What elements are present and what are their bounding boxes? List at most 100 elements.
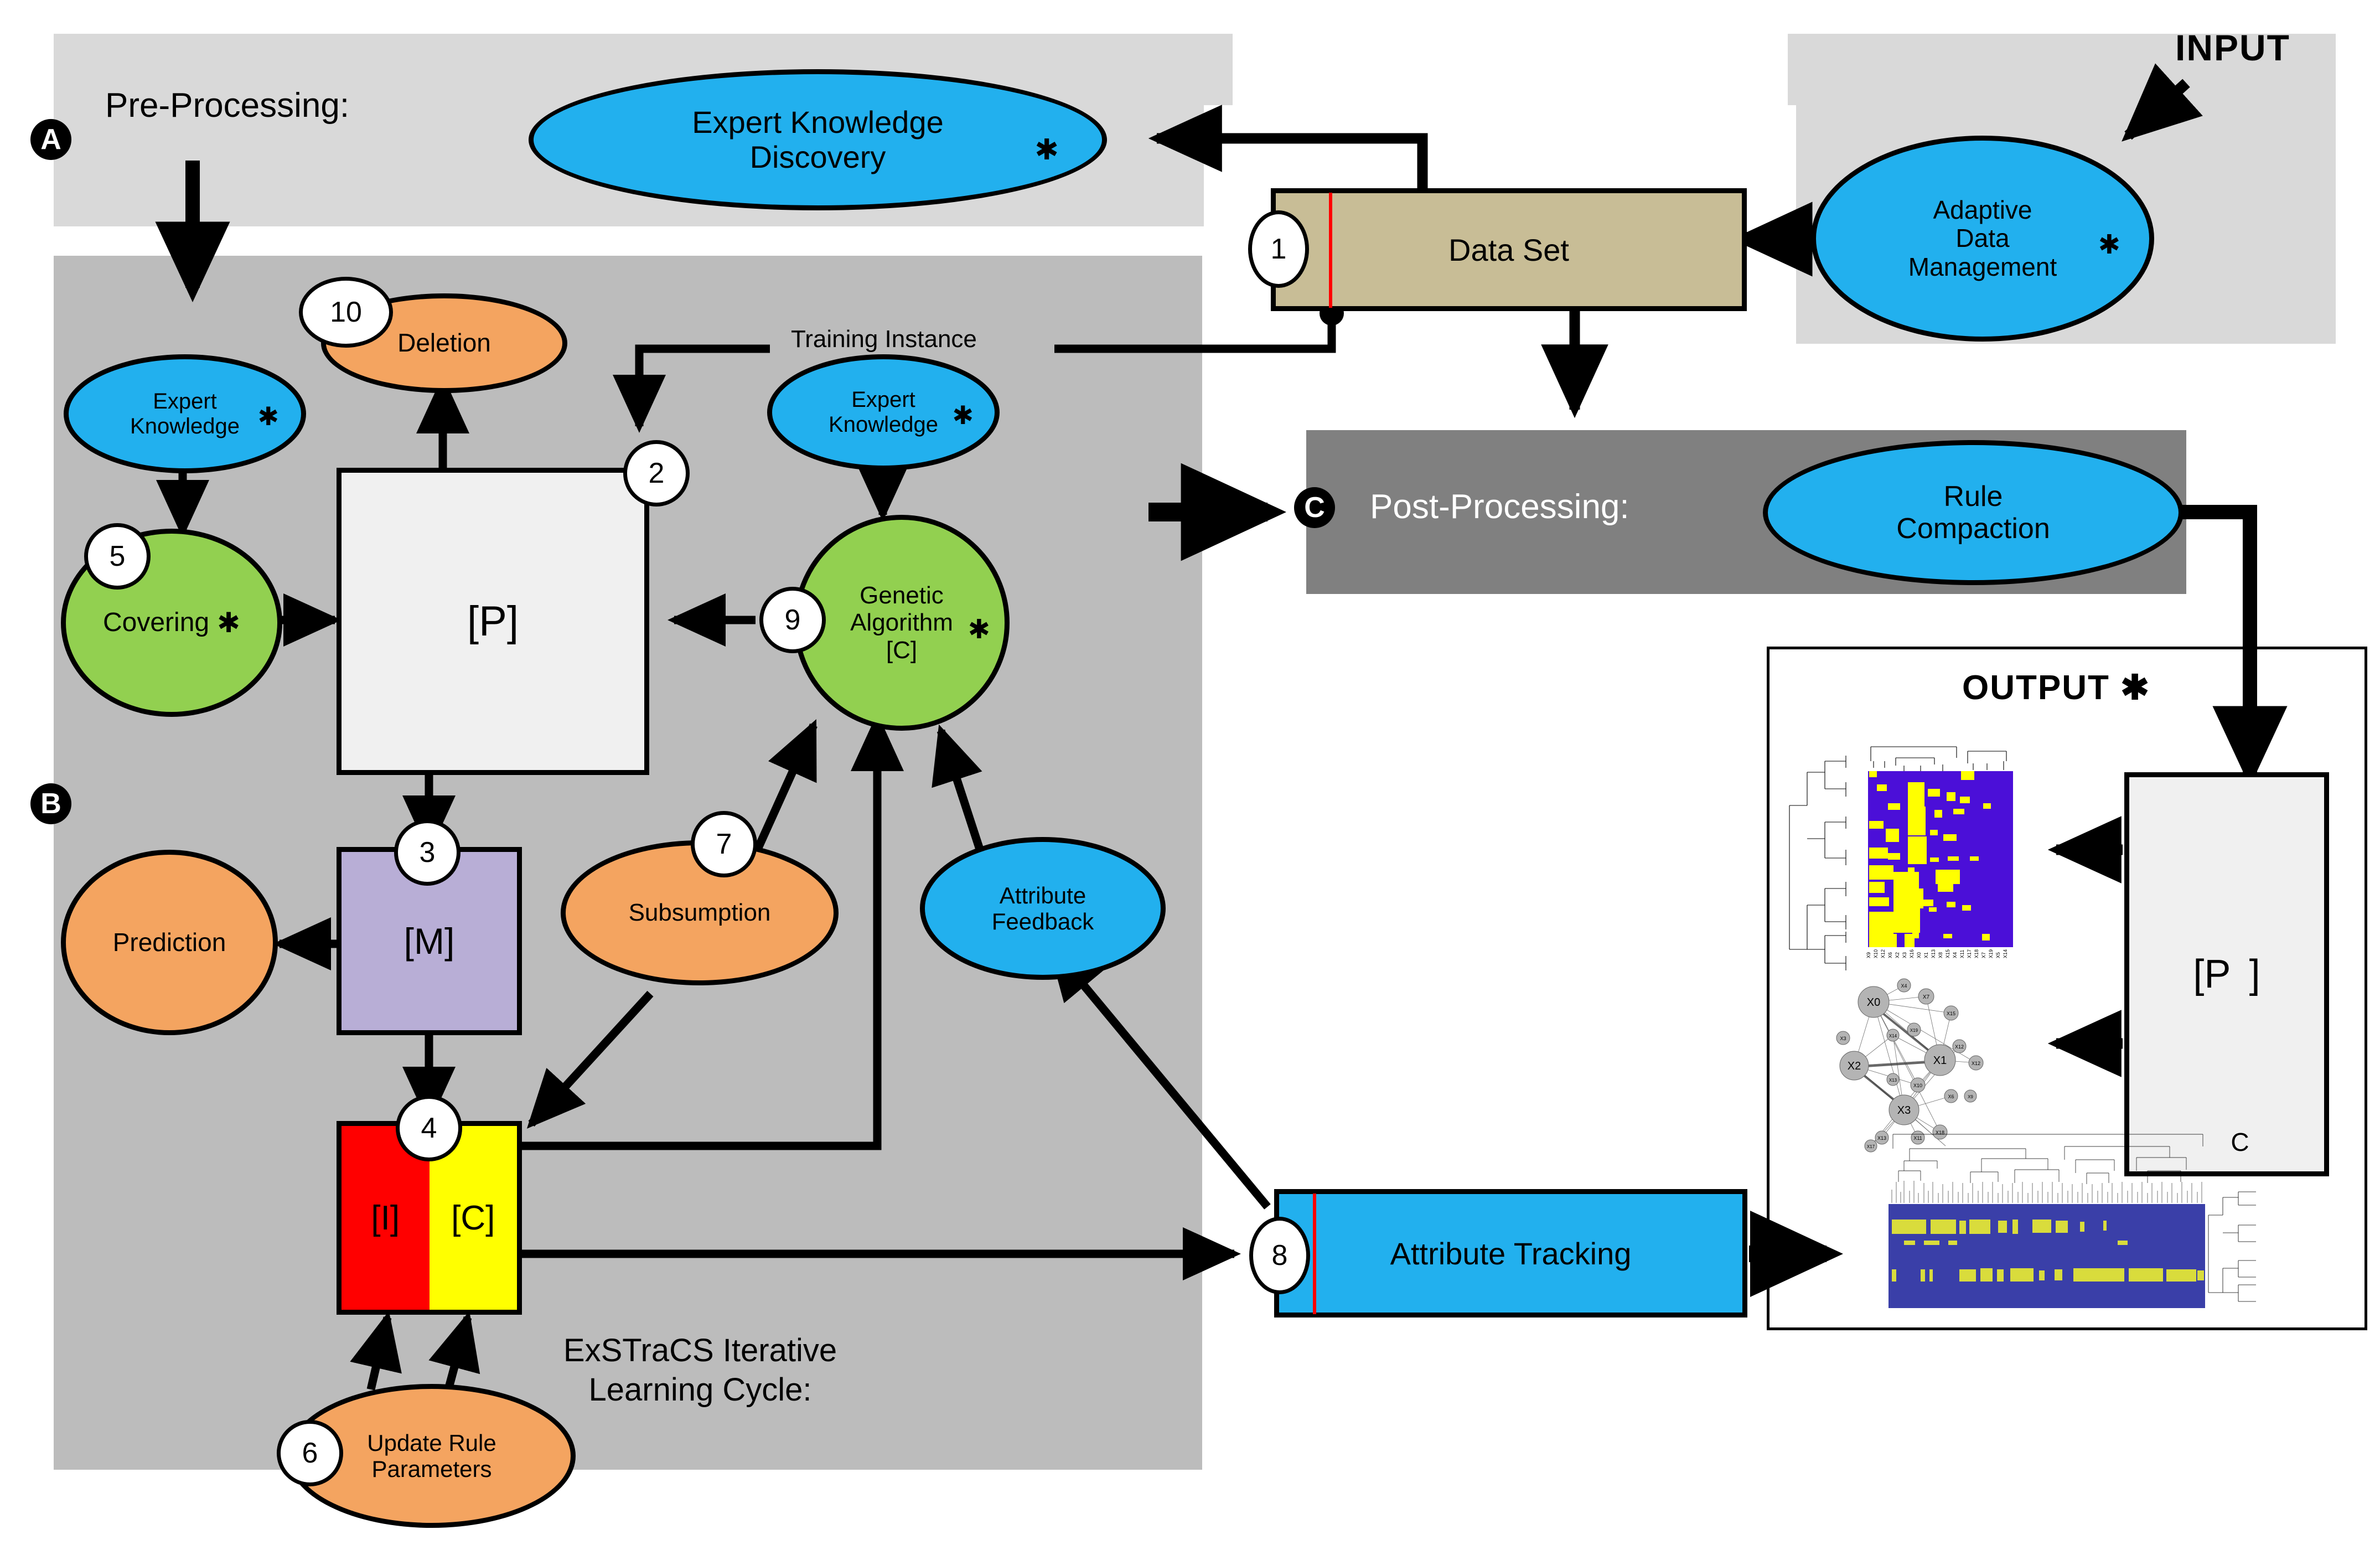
- exstracs-diagram: A B C Pre-Processing: Post-Processing: I…: [0, 0, 2380, 1550]
- step-3-number: 3: [419, 836, 436, 869]
- output-text: OUTPUT: [1962, 669, 2110, 707]
- svg-text:X10: X10: [1873, 949, 1879, 958]
- svg-text:X12: X12: [1972, 1061, 1980, 1066]
- ga-line1: Genetic: [860, 582, 944, 609]
- svg-text:X9: X9: [1866, 952, 1871, 958]
- svg-text:X19: X19: [1910, 1028, 1918, 1033]
- output-tracking-heatmap: [1889, 1134, 2256, 1308]
- data-set-label: Data Set: [1448, 232, 1569, 267]
- step-7-badge: 7: [691, 811, 757, 877]
- svg-text:X12: X12: [1955, 1044, 1964, 1050]
- step-1-number: 1: [1270, 233, 1287, 265]
- attribute-tracking-label: Attribute Tracking: [1390, 1236, 1632, 1271]
- svg-text:X8: X8: [1938, 952, 1943, 958]
- step-8-badge: 8: [1249, 1217, 1310, 1294]
- svg-text:X14: X14: [2003, 949, 2008, 958]
- badge-c: C: [1294, 487, 1335, 528]
- urp-line2: Parameters: [371, 1456, 492, 1482]
- badge-b: B: [30, 783, 71, 824]
- incorrect-set-label: [I]: [371, 1198, 400, 1237]
- step-1-badge: 1: [1248, 210, 1309, 288]
- svg-text:X5: X5: [1995, 952, 2001, 958]
- step-2-number: 2: [648, 457, 665, 489]
- svg-text:X13: X13: [1931, 949, 1936, 958]
- node-genetic-algorithm[interactable]: Genetic Algorithm [C] ✱: [794, 515, 1010, 731]
- svg-text:X6: X6: [1887, 952, 1893, 958]
- node-population[interactable]: [P]: [337, 468, 649, 775]
- node-adaptive-data-management[interactable]: Adaptive Data Management ✱: [1811, 136, 2154, 342]
- ekr-line1: Expert: [851, 388, 915, 412]
- svg-text:X7: X7: [1981, 952, 1986, 958]
- svg-text:X4: X4: [1952, 952, 1958, 958]
- node-rule-compaction[interactable]: Rule Compaction: [1763, 440, 2184, 585]
- data-set-red-marker: [1329, 193, 1332, 308]
- population-label: [P]: [467, 598, 519, 645]
- match-set-label: [M]: [403, 921, 455, 962]
- covering-star-icon: ✱: [217, 607, 240, 638]
- svg-text:X12: X12: [1880, 949, 1886, 958]
- step-9-badge: 9: [759, 587, 826, 653]
- correct-set-label: [C]: [451, 1198, 495, 1237]
- node-prediction[interactable]: Prediction: [61, 850, 278, 1035]
- ga-line2: Algorithm: [850, 609, 953, 637]
- svg-text:X11: X11: [1959, 950, 1965, 958]
- svg-text:X19: X19: [1988, 949, 1994, 958]
- svg-text:X3: X3: [1840, 1036, 1846, 1041]
- svg-text:X4: X4: [1901, 983, 1907, 989]
- node-attribute-tracking[interactable]: Attribute Tracking: [1274, 1189, 1747, 1318]
- svg-text:X7: X7: [1923, 994, 1930, 1000]
- svg-text:X15: X15: [1945, 949, 1950, 958]
- step-9-number: 9: [784, 604, 801, 636]
- step-10-number: 10: [330, 296, 362, 328]
- ekl-line1: Expert: [153, 389, 217, 414]
- node-expert-knowledge-right[interactable]: Expert Knowledge ✱: [767, 354, 1000, 471]
- subsumption-label: Subsumption: [628, 899, 771, 927]
- svg-text:X13: X13: [1889, 1078, 1897, 1083]
- svg-text:X1: X1: [1933, 1055, 1947, 1067]
- af-line1: Attribute: [999, 882, 1086, 908]
- ekd-line1: Expert Knowledge: [692, 104, 944, 140]
- node-expert-knowledge-discovery[interactable]: Expert Knowledge Discovery ✱: [529, 69, 1107, 210]
- svg-text:X3: X3: [1897, 1104, 1911, 1117]
- pc-label-open: [P: [2193, 952, 2231, 996]
- preprocessing-label: Pre-Processing:: [105, 86, 350, 125]
- rc-line1: Rule: [1943, 480, 2003, 513]
- step-5-number: 5: [109, 540, 126, 572]
- learning-cycle-label: ExSTraCS Iterative Learning Cycle:: [563, 1332, 837, 1408]
- svg-text:X14: X14: [1889, 1034, 1897, 1038]
- ekd-star-icon: ✱: [1034, 134, 1059, 166]
- adm-star-icon: ✱: [2098, 230, 2120, 260]
- svg-text:X16: X16: [1909, 949, 1915, 958]
- adm-line1: Adaptive: [1933, 195, 2032, 224]
- af-line2: Feedback: [991, 908, 1094, 934]
- svg-text:X18: X18: [1974, 949, 1979, 958]
- attribute-tracking-red-marker: [1313, 1194, 1316, 1314]
- svg-text:X9: X9: [1968, 1094, 1973, 1099]
- step-4-number: 4: [421, 1112, 437, 1144]
- svg-text:X6: X6: [1948, 1094, 1954, 1099]
- postprocessing-label: Post-Processing:: [1370, 488, 1629, 526]
- pc-label-close: ]: [2249, 952, 2260, 996]
- rc-line2: Compaction: [1896, 513, 2050, 545]
- node-expert-knowledge-left[interactable]: Expert Knowledge ✱: [64, 354, 306, 473]
- step-4-badge: 4: [396, 1095, 462, 1161]
- svg-text:X15: X15: [1947, 1011, 1955, 1016]
- step-7-number: 7: [716, 828, 732, 860]
- node-compacted-population[interactable]: [P C]: [2124, 772, 2329, 1176]
- svg-text:X2: X2: [1848, 1060, 1861, 1072]
- node-attribute-feedback[interactable]: Attribute Feedback: [920, 837, 1166, 980]
- urp-line1: Update Rule: [367, 1429, 496, 1456]
- ekr-star-icon: ✱: [952, 401, 974, 430]
- step-5-badge: 5: [84, 523, 151, 590]
- adm-line2: Data: [1955, 224, 2010, 253]
- adm-line3: Management: [1908, 252, 2057, 281]
- step-3-badge: 3: [394, 819, 461, 886]
- ekd-line2: Discovery: [749, 139, 886, 174]
- svg-text:X0: X0: [1867, 996, 1880, 1009]
- step-2-badge: 2: [623, 440, 690, 507]
- badge-a: A: [30, 119, 71, 160]
- node-data-set[interactable]: Data Set: [1271, 188, 1747, 311]
- input-label: INPUT: [2175, 27, 2290, 68]
- ekl-star-icon: ✱: [257, 402, 279, 431]
- output-star-icon: ✱: [2120, 669, 2151, 707]
